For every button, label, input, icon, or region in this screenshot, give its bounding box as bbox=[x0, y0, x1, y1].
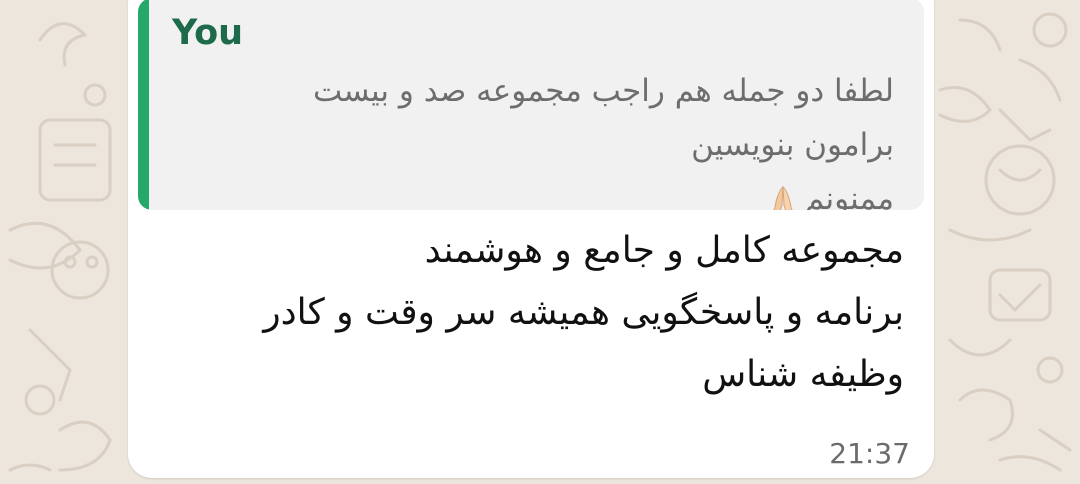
quote-accent-bar bbox=[138, 0, 149, 210]
quoted-author: You bbox=[172, 13, 244, 53]
quoted-line-text: ممنونم bbox=[804, 181, 894, 210]
message-time: 21:37 bbox=[829, 437, 910, 470]
message-text: مجموعه کامل و جامع و هوشمند برنامه و پاس… bbox=[164, 220, 904, 406]
message-line: مجموعه کامل و جامع و هوشمند bbox=[424, 230, 904, 271]
folded-hands-icon bbox=[773, 185, 793, 210]
message-line: برنامه و پاسخگویی همیشه سر وقت و کادر bbox=[263, 292, 904, 333]
message-line: وظیفه شناس bbox=[702, 354, 904, 395]
message-bubble[interactable]: You لطفا دو جمله هم راجب مجموعه صد و بیس… bbox=[128, 0, 934, 478]
quoted-text: لطفا دو جمله هم راجب مجموعه صد و بیست بر… bbox=[194, 64, 894, 210]
quoted-line: ممنونم bbox=[194, 172, 894, 210]
quoted-line: برامون بنویسین bbox=[691, 127, 894, 163]
quoted-message[interactable]: You لطفا دو جمله هم راجب مجموعه صد و بیس… bbox=[138, 0, 924, 210]
quoted-line: لطفا دو جمله هم راجب مجموعه صد و بیست bbox=[312, 73, 894, 109]
